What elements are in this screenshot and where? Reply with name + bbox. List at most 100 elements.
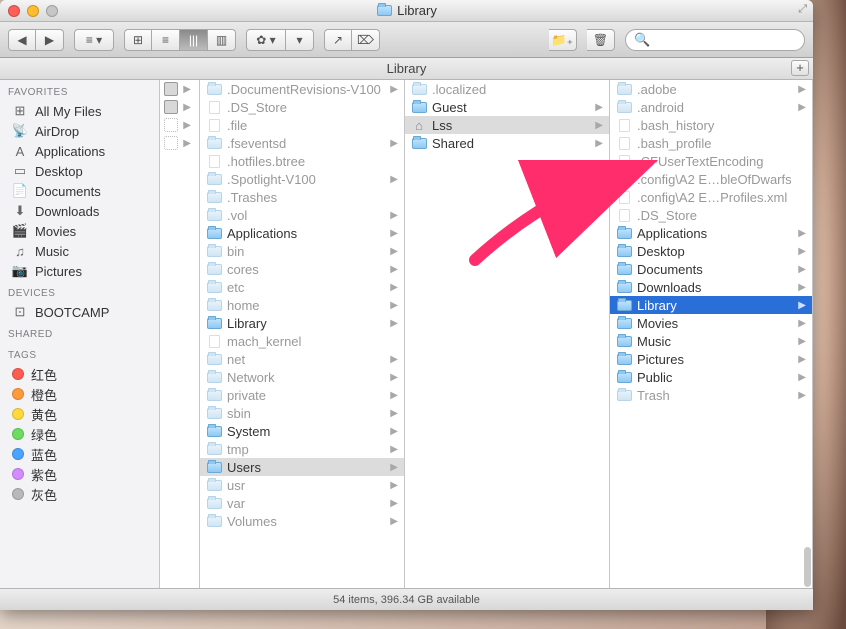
scrollbar[interactable] (804, 547, 811, 587)
fullscreen-icon[interactable]: ⤢ (798, 3, 807, 16)
column-3[interactable]: .localizedGuest▶⌂Lss▶Shared▶ (405, 80, 610, 588)
list-item[interactable]: usr▶ (200, 476, 404, 494)
list-item[interactable]: Library▶ (610, 296, 812, 314)
list-item[interactable]: Users▶ (200, 458, 404, 476)
trash-button[interactable]: 🗑 (587, 29, 615, 51)
list-item[interactable]: Public▶ (610, 368, 812, 386)
action-menu-button[interactable]: ✿ ▾ (246, 29, 286, 51)
list-item[interactable]: net▶ (200, 350, 404, 368)
list-item[interactable]: Shared▶ (405, 134, 609, 152)
column-4[interactable]: .adobe▶.android▶.bash_history.bash_profi… (610, 80, 813, 588)
list-item[interactable]: Network▶ (200, 368, 404, 386)
list-item[interactable]: Library▶ (200, 314, 404, 332)
nav-back-button[interactable]: ◀ (8, 29, 36, 51)
list-item[interactable]: .vol▶ (200, 206, 404, 224)
sidebar-item-label: 红色 (31, 365, 57, 384)
list-item[interactable]: ▶ (160, 98, 199, 116)
sidebar-item[interactable]: 📡AirDrop (0, 121, 159, 141)
share-button[interactable]: ↗ (324, 29, 352, 51)
list-item[interactable]: Pictures▶ (610, 350, 812, 368)
arrange-menu-button[interactable]: ▾ (286, 29, 314, 51)
list-item[interactable]: Desktop▶ (610, 242, 812, 260)
list-item[interactable]: .adobe▶ (610, 80, 812, 98)
list-item[interactable]: Guest▶ (405, 98, 609, 116)
list-item[interactable]: .bash_history (610, 116, 812, 134)
pathbar-add-button[interactable]: + (791, 60, 809, 76)
list-item[interactable]: mach_kernel (200, 332, 404, 350)
list-item[interactable]: Trash▶ (610, 386, 812, 404)
list-item[interactable]: tmp▶ (200, 440, 404, 458)
list-item[interactable]: .bash_profile (610, 134, 812, 152)
list-item[interactable]: .config\A2 E…Profiles.xml (610, 188, 812, 206)
list-item[interactable]: ▶ (160, 116, 199, 134)
sidebar-item-label: 绿色 (31, 425, 57, 444)
sidebar-item[interactable]: AApplications (0, 141, 159, 161)
nav-forward-button[interactable]: ▶ (36, 29, 64, 51)
list-item[interactable]: System▶ (200, 422, 404, 440)
list-item[interactable]: .DS_Store (610, 206, 812, 224)
tag-dot-icon (12, 468, 24, 480)
sidebar-item[interactable]: 📄Documents (0, 181, 159, 201)
sidebar-item[interactable]: 绿色 (0, 424, 159, 444)
chevron-right-icon: ▶ (595, 120, 607, 131)
list-item[interactable]: ▶ (160, 134, 199, 152)
sidebar-item[interactable]: 红色 (0, 364, 159, 384)
list-item[interactable]: .DS_Store (200, 98, 404, 116)
sidebar-item[interactable]: 蓝色 (0, 444, 159, 464)
view-icons-button[interactable]: ⊞ (124, 29, 152, 51)
list-item[interactable]: .fseventsd▶ (200, 134, 404, 152)
list-item[interactable]: Applications▶ (200, 224, 404, 242)
sidebar-item[interactable]: ⊡BOOTCAMP (0, 302, 159, 322)
list-item[interactable]: sbin▶ (200, 404, 404, 422)
sidebar-item[interactable]: ♫Music (0, 241, 159, 261)
list-item[interactable]: .CFUserTextEncoding (610, 152, 812, 170)
item-label: Desktop (637, 244, 685, 259)
list-item[interactable]: bin▶ (200, 242, 404, 260)
list-item[interactable]: .DocumentRevisions-V100▶ (200, 80, 404, 98)
list-item[interactable]: home▶ (200, 296, 404, 314)
titlebar[interactable]: Library ⤢ (0, 0, 813, 22)
sidebar-item[interactable]: 📷Pictures (0, 261, 159, 281)
list-item[interactable]: etc▶ (200, 278, 404, 296)
newfolder-button[interactable]: 📁₊ (549, 29, 577, 51)
list-item[interactable]: Movies▶ (610, 314, 812, 332)
sidebar-item[interactable]: ▭Desktop (0, 161, 159, 181)
list-item[interactable]: .hotfiles.btree (200, 152, 404, 170)
list-item[interactable]: .config\A2 E…bleOfDwarfs (610, 170, 812, 188)
search-input[interactable] (650, 33, 796, 47)
list-item[interactable]: .Trashes (200, 188, 404, 206)
list-item[interactable]: Music▶ (610, 332, 812, 350)
tags-button[interactable]: ⌦ (352, 29, 380, 51)
list-item[interactable]: Volumes▶ (200, 512, 404, 530)
search-field[interactable]: 🔍 (625, 29, 805, 51)
list-item[interactable]: .localized (405, 80, 609, 98)
sidebar-item[interactable]: ⊞All My Files (0, 101, 159, 121)
sidebar-item[interactable]: 紫色 (0, 464, 159, 484)
sidebar-item[interactable]: 橙色 (0, 384, 159, 404)
list-item[interactable]: ▶ (160, 80, 199, 98)
list-item[interactable]: private▶ (200, 386, 404, 404)
sidebar-item[interactable]: ⬇Downloads (0, 201, 159, 221)
sidebar-item[interactable]: 🎬Movies (0, 221, 159, 241)
list-item[interactable]: cores▶ (200, 260, 404, 278)
sidebar-item[interactable]: 黄色 (0, 404, 159, 424)
list-item[interactable]: var▶ (200, 494, 404, 512)
path-menu-button[interactable]: ≡ ▾ (74, 29, 114, 51)
list-item[interactable]: Downloads▶ (610, 278, 812, 296)
sidebar-item-label: AirDrop (35, 124, 79, 139)
list-item[interactable]: .Spotlight-V100▶ (200, 170, 404, 188)
chevron-right-icon: ▶ (390, 174, 402, 185)
list-item[interactable]: Documents▶ (610, 260, 812, 278)
list-item[interactable]: ⌂Lss▶ (405, 116, 609, 134)
view-coverflow-button[interactable]: ▥ (208, 29, 236, 51)
item-label: .DocumentRevisions-V100 (227, 82, 381, 97)
column-1[interactable]: ▶▶▶▶ (160, 80, 200, 588)
view-columns-button[interactable]: ||| (180, 29, 208, 51)
list-item[interactable]: Applications▶ (610, 224, 812, 242)
chevron-right-icon: ▶ (390, 480, 402, 491)
sidebar-item[interactable]: 灰色 (0, 484, 159, 504)
list-item[interactable]: .file (200, 116, 404, 134)
list-item[interactable]: .android▶ (610, 98, 812, 116)
view-list-button[interactable]: ≡ (152, 29, 180, 51)
column-2[interactable]: .DocumentRevisions-V100▶.DS_Store.file.f… (200, 80, 405, 588)
